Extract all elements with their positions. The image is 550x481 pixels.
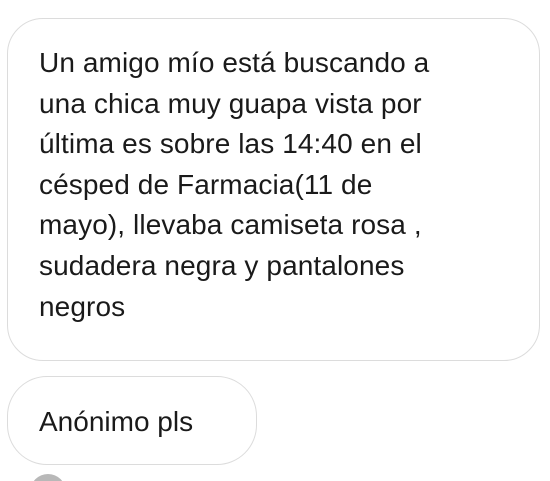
message-text: Anónimo pls	[39, 406, 194, 437]
message-text: Un amigo mío está buscando a una chica m…	[39, 47, 430, 322]
message-bubble-1[interactable]: Un amigo mío está buscando a una chica m…	[7, 18, 540, 361]
heart-icon[interactable]	[30, 474, 66, 481]
message-bubble-2[interactable]: Anónimo pls	[7, 376, 257, 465]
